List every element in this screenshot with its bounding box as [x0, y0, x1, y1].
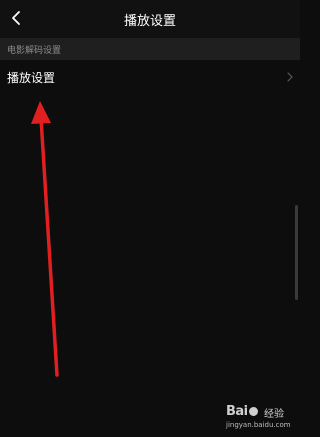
top-bar: 播放设置 [0, 0, 300, 38]
scrollbar[interactable] [295, 205, 298, 300]
watermark-logo: Baidu [226, 404, 259, 419]
row-label: 播放设置 [7, 71, 56, 85]
section-header: 电影解码设置 [0, 38, 300, 60]
watermark: Baidu 经验 jingyan.baidu.com [226, 403, 292, 433]
chevron-right-icon [287, 72, 293, 82]
page-title: 播放设置 [123, 14, 176, 29]
watermark-url: jingyan.baidu.com [226, 421, 291, 429]
watermark-brand: 经验 [264, 409, 284, 420]
screen: 播放设置 电影解码设置 播放设置 Baidu 经验 jingyan.baidu.… [0, 0, 300, 437]
section-label: 电影解码设置 [7, 46, 62, 56]
paw-icon [248, 407, 258, 416]
playback-settings-row[interactable]: 播放设置 [0, 60, 300, 94]
